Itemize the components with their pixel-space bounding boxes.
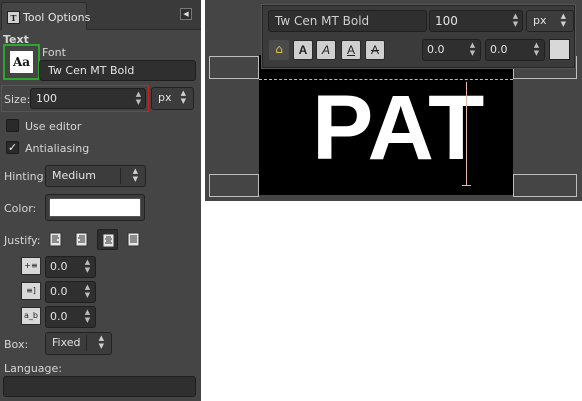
line-spacing-icon: ≡] bbox=[21, 282, 41, 300]
italic-button[interactable]: A bbox=[316, 40, 336, 60]
bold-button[interactable]: A bbox=[293, 40, 313, 60]
antialiasing-checkbox[interactable]: ✓ bbox=[6, 141, 19, 154]
resize-handle-bottom-left[interactable] bbox=[209, 174, 259, 197]
font-selector-frame[interactable]: Aa bbox=[3, 44, 40, 80]
size-input[interactable]: 100 ▲ ▼ bbox=[30, 88, 146, 109]
box-value: Fixed bbox=[52, 336, 81, 349]
justify-left-button[interactable] bbox=[45, 229, 66, 250]
justify-fill-icon bbox=[127, 232, 140, 247]
justify-fill-button[interactable] bbox=[123, 229, 144, 250]
color-label: Color: bbox=[4, 202, 37, 215]
kerning-stepper[interactable]: ▲ ▼ bbox=[532, 41, 541, 57]
justify-right-icon bbox=[75, 232, 88, 247]
unit-value: px bbox=[158, 91, 172, 104]
line-spacing-stepper[interactable]: ▲ ▼ bbox=[83, 283, 92, 299]
chevron-updown-icon: ▲ ▼ bbox=[98, 334, 104, 350]
chevron-updown-icon: ▲ ▼ bbox=[560, 12, 566, 28]
font-input[interactable]: Tw Cen MT Bold bbox=[39, 60, 196, 81]
toolbox-size-stepper[interactable]: ▲ ▼ bbox=[511, 12, 520, 28]
antialiasing-label: Antialiasing bbox=[25, 142, 90, 155]
use-editor-checkbox[interactable] bbox=[6, 119, 19, 132]
strikethrough-button[interactable]: A bbox=[365, 40, 385, 60]
chevron-updown-icon: ▲ ▼ bbox=[180, 89, 186, 105]
tab-tool-options[interactable]: T Tool Options bbox=[1, 2, 91, 30]
unit-dropdown[interactable]: px ▲ ▼ bbox=[151, 87, 194, 110]
text-cursor-cap bbox=[462, 185, 471, 186]
hinting-label: Hinting: bbox=[4, 170, 48, 183]
toolbox-unit-value: px bbox=[533, 14, 547, 27]
resize-handle-bottom-right[interactable] bbox=[513, 174, 577, 197]
box-label: Box: bbox=[4, 338, 29, 351]
letter-spacing-stepper[interactable]: ▲ ▼ bbox=[83, 308, 92, 324]
color-swatch bbox=[49, 198, 141, 217]
font-preview-button[interactable]: Aa bbox=[10, 51, 33, 73]
baseline-stepper[interactable]: ▲ ▼ bbox=[468, 41, 477, 57]
color-button[interactable] bbox=[45, 194, 145, 221]
language-input[interactable] bbox=[3, 376, 196, 397]
underline-button[interactable]: A bbox=[341, 40, 361, 60]
letter-spacing-value: 0.0 bbox=[50, 310, 68, 323]
hinting-value: Medium bbox=[52, 169, 96, 182]
justify-label: Justify: bbox=[4, 234, 41, 247]
size-label: Size: bbox=[4, 93, 31, 106]
line-spacing-value: 0.0 bbox=[50, 285, 68, 298]
letter-spacing-input[interactable]: 0.0 ▲ ▼ bbox=[45, 306, 96, 328]
canvas-text-layer[interactable]: PAT bbox=[312, 78, 485, 178]
size-stepper[interactable]: ▲ ▼ bbox=[134, 90, 143, 106]
justify-right-button[interactable] bbox=[71, 229, 92, 250]
indent-input[interactable]: 0.0 ▲ ▼ bbox=[45, 256, 96, 278]
language-label: Language: bbox=[4, 362, 62, 375]
text-box-boundary bbox=[259, 79, 513, 80]
clear-style-icon[interactable]: ⌂ bbox=[269, 40, 289, 60]
letter-spacing-icon: a_b bbox=[21, 307, 41, 325]
baseline-input[interactable]: 0.0 ▲ ▼ bbox=[422, 39, 481, 61]
line-spacing-input[interactable]: 0.0 ▲ ▼ bbox=[45, 281, 96, 303]
justify-left-icon bbox=[49, 232, 62, 247]
toolbox-unit-dropdown[interactable]: px ▲ ▼ bbox=[526, 10, 574, 32]
use-editor-label: Use editor bbox=[25, 120, 82, 133]
toolbox-size-value: 100 bbox=[435, 14, 458, 28]
tab-label: Tool Options bbox=[23, 11, 91, 24]
justify-center-button[interactable] bbox=[97, 229, 118, 250]
indent-icon: +≡ bbox=[21, 257, 41, 275]
indent-stepper[interactable]: ▲ ▼ bbox=[83, 258, 92, 274]
toolbox-size-input[interactable]: 100 ▲ ▼ bbox=[429, 10, 523, 32]
justify-center-icon bbox=[102, 233, 115, 248]
text-cursor bbox=[466, 82, 467, 186]
kerning-input[interactable]: 0.0 ▲ ▼ bbox=[485, 39, 545, 61]
indent-value: 0.0 bbox=[50, 260, 68, 273]
hinting-dropdown[interactable]: Medium ▲ ▼ bbox=[45, 165, 146, 187]
panel-menu-icon[interactable]: ◀ bbox=[180, 8, 192, 20]
kerning-value: 0.0 bbox=[490, 43, 508, 56]
chevron-updown-icon: ▲ ▼ bbox=[132, 167, 138, 183]
text-tool-icon: T bbox=[7, 11, 20, 24]
box-dropdown[interactable]: Fixed ▲ ▼ bbox=[45, 332, 112, 355]
baseline-value: 0.0 bbox=[427, 43, 445, 56]
toolbox-font-input[interactable]: Tw Cen MT Bold bbox=[268, 10, 427, 32]
font-label: Font bbox=[42, 46, 66, 59]
toolbox-color-button[interactable] bbox=[549, 39, 570, 60]
size-value: 100 bbox=[36, 92, 57, 105]
resize-handle-top-left[interactable] bbox=[209, 56, 259, 79]
